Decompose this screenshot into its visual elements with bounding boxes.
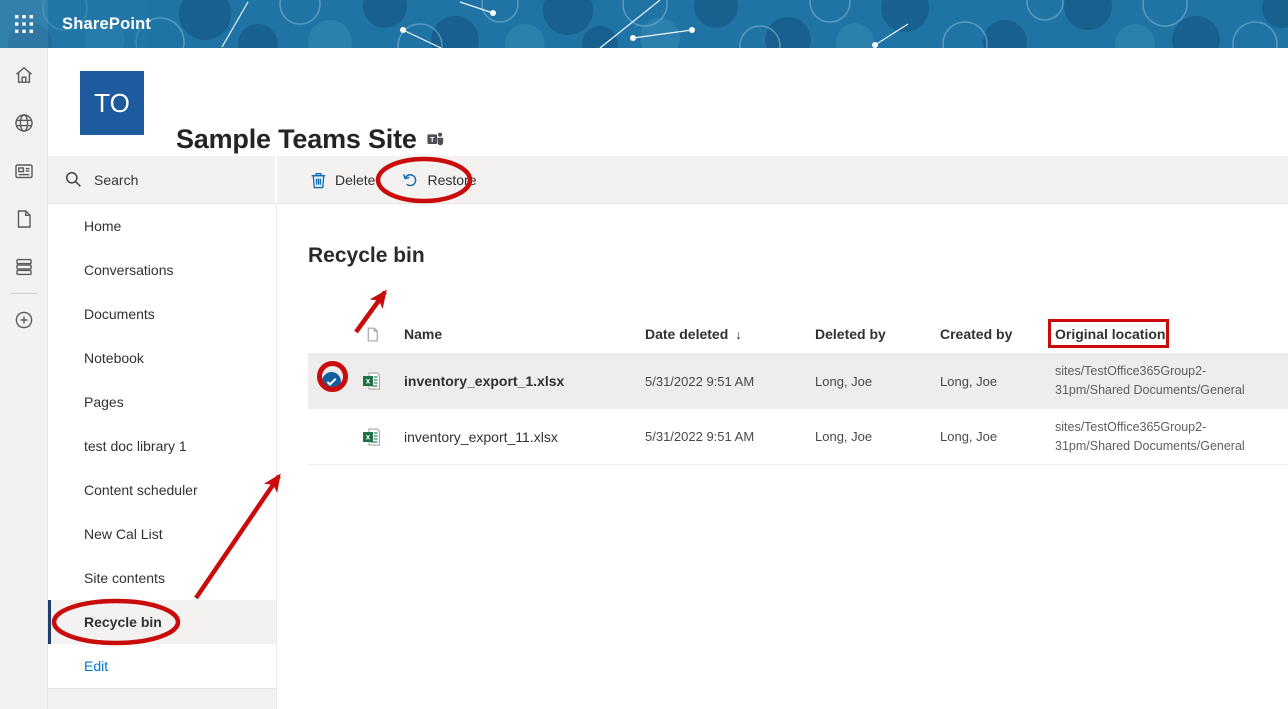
restore-button[interactable]: Restore [401, 171, 476, 189]
file-type-column-header[interactable] [354, 325, 390, 344]
table-row[interactable]: x inventory_export_1.xlsx 5/31/2022 9:51… [308, 353, 1288, 409]
sidebar-item-recycle-bin[interactable]: Recycle bin [48, 600, 276, 644]
file-name[interactable]: inventory_export_11.xlsx [390, 429, 635, 445]
sidebar-item-conversations[interactable]: Conversations [48, 248, 276, 292]
waffle-icon [15, 15, 33, 33]
row-checkbox-checked[interactable] [308, 371, 354, 392]
site-header: TO Sample Teams Site T Private group [48, 48, 1288, 156]
app-launcher-button[interactable] [0, 0, 48, 48]
sharepoint-page: SharePoint [0, 0, 1288, 709]
created-by: Long, Joe [930, 429, 1045, 444]
sort-descending-icon: ↓ [735, 327, 742, 342]
sidebar-item-pages[interactable]: Pages [48, 380, 276, 424]
left-rail [0, 48, 48, 709]
deleted-by: Long, Joe [805, 374, 930, 389]
search-box[interactable] [48, 156, 277, 203]
home-icon[interactable] [0, 51, 48, 99]
teams-icon: T [426, 130, 445, 149]
column-header-date-deleted[interactable]: Date deleted ↓ [635, 326, 805, 342]
sidebar-item-edit[interactable]: Edit [48, 644, 276, 688]
excel-file-icon: x [354, 427, 390, 447]
svg-text:x: x [366, 432, 371, 441]
sidebar-nav: Home Conversations Documents Notebook Pa… [48, 204, 277, 709]
restore-label: Restore [427, 172, 476, 188]
page-title: Recycle bin [308, 244, 425, 268]
suite-bar: SharePoint [0, 0, 1288, 48]
command-band: Delete Restore [48, 156, 1288, 204]
banner-pattern [0, 0, 1288, 48]
sidebar-item-notebook[interactable]: Notebook [48, 336, 276, 380]
table-row[interactable]: x inventory_export_11.xlsx 5/31/2022 9:5… [308, 409, 1288, 465]
date-deleted: 5/31/2022 9:51 AM [635, 429, 805, 444]
sidebar-item-content-scheduler[interactable]: Content scheduler [48, 468, 276, 512]
file-name[interactable]: inventory_export_1.xlsx [390, 373, 635, 389]
main-content: Recycle bin Name Date deleted ↓ Deleted … [278, 204, 1288, 709]
created-by: Long, Joe [930, 374, 1045, 389]
column-header-name[interactable]: Name [390, 326, 635, 342]
search-input[interactable] [94, 172, 264, 188]
add-icon[interactable] [0, 296, 48, 344]
sidebar-item-home[interactable]: Home [48, 204, 276, 248]
column-header-deleted-by[interactable]: Deleted by [805, 326, 930, 342]
rail-divider [11, 293, 37, 294]
trash-icon [310, 171, 327, 189]
original-location: sites/TestOffice365Group2-31pm/Shared Do… [1045, 418, 1288, 456]
recycle-bin-table: Name Date deleted ↓ Deleted by Created b… [308, 315, 1288, 465]
excel-file-icon: x [354, 371, 390, 391]
column-header-original-location[interactable]: Original location [1045, 326, 1288, 342]
original-location: sites/TestOffice365Group2-31pm/Shared Do… [1045, 362, 1288, 400]
document-icon[interactable] [0, 195, 48, 243]
column-header-created-by[interactable]: Created by [930, 326, 1045, 342]
table-header-row: Name Date deleted ↓ Deleted by Created b… [308, 315, 1288, 353]
globe-icon[interactable] [0, 99, 48, 147]
sidebar-footer [48, 688, 276, 709]
checked-circle-icon [321, 371, 342, 392]
sidebar-item-new-cal-list[interactable]: New Cal List [48, 512, 276, 556]
date-deleted: 5/31/2022 9:51 AM [635, 374, 805, 389]
delete-label: Delete [335, 172, 375, 188]
svg-text:x: x [366, 377, 371, 386]
site-title[interactable]: Sample Teams Site [176, 124, 417, 155]
site-logo[interactable]: TO [80, 71, 144, 135]
app-name[interactable]: SharePoint [62, 0, 151, 48]
sidebar-item-site-contents[interactable]: Site contents [48, 556, 276, 600]
delete-button[interactable]: Delete [310, 171, 375, 189]
svg-text:T: T [430, 135, 435, 144]
sidebar-item-documents[interactable]: Documents [48, 292, 276, 336]
toolbar: Delete Restore [279, 156, 477, 203]
search-icon [65, 171, 82, 188]
news-icon[interactable] [0, 147, 48, 195]
sidebar-item-test-doc-library-1[interactable]: test doc library 1 [48, 424, 276, 468]
deleted-by: Long, Joe [805, 429, 930, 444]
file-icon [364, 325, 381, 344]
restore-icon [401, 171, 419, 189]
library-icon[interactable] [0, 243, 48, 291]
